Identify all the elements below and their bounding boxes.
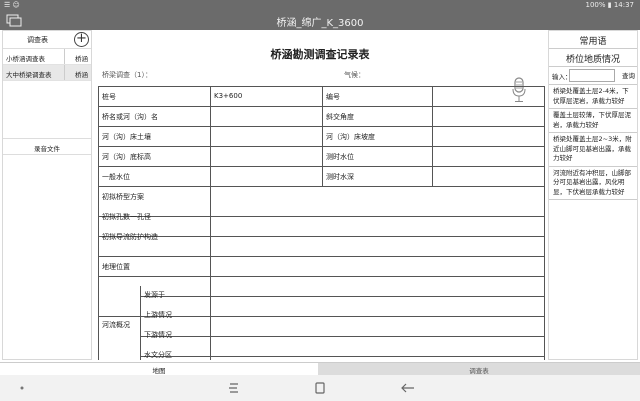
status-bar: ☰ ☺ 100% ▮ 14:37 <box>0 0 640 12</box>
field-label: 发源于 <box>144 291 165 299</box>
table-gridline <box>322 86 323 186</box>
survey-list-title: 调查表 <box>27 36 48 44</box>
status-left: ☰ ☺ <box>4 1 20 9</box>
table-gridline <box>210 86 211 186</box>
table-gridline <box>98 186 544 187</box>
survey-list-panel: 调查表 + 小桥涵调查表 桥涵 大中桥梁调查表 桥涵 录音文件 <box>2 30 92 360</box>
field-label: 桥名或河（沟）名 <box>102 113 158 121</box>
weather-label: 气候： <box>344 71 365 79</box>
divider <box>64 49 65 64</box>
table-gridline <box>98 216 544 217</box>
phrases-panel: 常用语 桥位地质情况 输入： 查询 桥梁处覆盖土层2-4米，下伏厚层泥岩，承载力… <box>548 30 638 360</box>
field-label: 初拟桥型方案 <box>102 193 144 201</box>
field-label: 地理位置 <box>102 263 130 271</box>
table-gridline <box>98 166 544 167</box>
table-gridline <box>210 286 211 360</box>
survey-item-name: 大中桥梁调查表 <box>6 71 52 79</box>
table-gridline <box>210 186 211 296</box>
title-bar: 桥涵_绵广_K_3600 <box>0 12 640 30</box>
dot-icon <box>20 386 24 390</box>
table-gridline <box>98 126 544 127</box>
microphone-icon[interactable] <box>512 77 526 103</box>
field-group-label: 河流概况 <box>102 321 130 329</box>
field-label: 编号 <box>326 93 340 101</box>
survey-item-name: 小桥涵调查表 <box>6 55 45 63</box>
table-gridline <box>98 86 544 87</box>
table-gridline <box>98 236 544 237</box>
field-label: 桩号 <box>102 93 116 101</box>
field-label: 上游情况 <box>144 311 172 319</box>
field-label: 水文分区 <box>144 351 172 359</box>
bottom-tab-bar: 地图 调查表 <box>0 362 640 376</box>
divider <box>64 65 65 80</box>
home-icon[interactable] <box>312 381 328 395</box>
phrase-search-bar: 输入： 查询 <box>549 67 637 85</box>
table-gridline <box>432 86 433 186</box>
add-survey-button[interactable]: + <box>74 32 89 47</box>
table-gridline <box>98 106 544 107</box>
table-gridline <box>140 296 544 297</box>
field-label: 下游情况 <box>144 331 172 339</box>
back-icon[interactable] <box>400 381 416 395</box>
survey-list-item[interactable]: 小桥涵调查表 桥涵 <box>3 49 91 65</box>
table-gridline <box>98 146 544 147</box>
survey-form: 桥涵勘测调查记录表 桥梁调查（1）： 气候： 桩号 K3+600 编号桥名或河（沟）… <box>94 30 546 360</box>
field-label: 初拟导流防护构造 <box>102 233 158 241</box>
table-gridline <box>98 86 99 360</box>
recent-apps-icon[interactable] <box>226 381 242 395</box>
system-nav-bar <box>0 375 640 401</box>
field-label: 测时水位 <box>326 153 354 161</box>
phrase-item[interactable]: 桥梁处覆盖土层2~3米，附近山脚可见基岩出露，承载力较好 <box>549 133 637 167</box>
field-label: 测时水深 <box>326 173 354 181</box>
form-title: 桥涵勘测调查记录表 <box>270 48 370 61</box>
phrase-item[interactable]: 河流附近有冲积层，山脚部分可见基岩出露，风化明显，下伏岩层承载力较好 <box>549 167 637 200</box>
search-button[interactable]: 查询 <box>622 70 635 80</box>
field-label: 一般水位 <box>102 173 130 181</box>
field-label: 河（沟）床坡度 <box>326 133 375 141</box>
survey-list-item-selected[interactable]: 大中桥梁调查表 桥涵 <box>3 65 91 81</box>
table-gridline <box>140 356 544 357</box>
table-gridline <box>544 86 545 360</box>
search-input[interactable] <box>569 69 615 82</box>
table-gridline <box>140 336 544 337</box>
field-label: 河（沟）床土壤 <box>102 133 151 141</box>
table-gridline <box>98 276 544 277</box>
table-gridline <box>98 256 544 257</box>
window-title: 桥涵_绵广_K_3600 <box>276 18 364 29</box>
field-label: 河（沟）底标高 <box>102 153 151 161</box>
survey-list-header: 调查表 + <box>3 31 91 49</box>
survey-item-tag: 桥涵 <box>75 55 88 63</box>
survey-label: 桥梁调查（1）： <box>102 71 152 79</box>
field-label: 斜交角度 <box>326 113 354 121</box>
survey-list-empty-area <box>3 81 91 139</box>
field-label: 初拟孔数一孔径 <box>102 213 151 221</box>
table-gridline <box>140 286 141 360</box>
survey-item-tag: 桥涵 <box>75 71 88 79</box>
status-right: 100% ▮ 14:37 <box>585 1 635 9</box>
tab-common-phrases[interactable]: 常用语 <box>549 31 637 49</box>
phrase-item[interactable]: 桥梁处覆盖土层2-4米，下伏厚层泥岩，承载力较好 <box>549 85 637 109</box>
tab-bridge-geology[interactable]: 桥位地质情况 <box>549 49 637 67</box>
recording-files-header[interactable]: 录音文件 <box>3 139 91 155</box>
field-value-input[interactable]: K3+600 <box>214 92 242 100</box>
phrase-item[interactable]: 覆盖土层较薄，下伏厚层泥岩，承载力较好 <box>549 109 637 133</box>
